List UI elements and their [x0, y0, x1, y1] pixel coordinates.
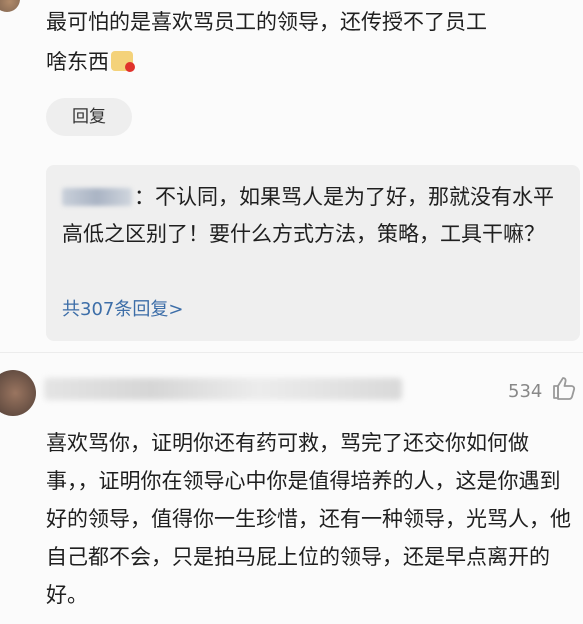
like-count: 534: [508, 381, 543, 402]
blurred-username[interactable]: [44, 378, 402, 400]
avatar[interactable]: [0, 0, 20, 12]
view-all-replies-link[interactable]: 共307条回复>: [62, 295, 183, 321]
thumbs-up-icon[interactable]: [550, 374, 578, 402]
reply-preview-box[interactable]: ：不认同，如果骂人是为了好，那就没有水平高低之区别了！要什么方式方法，策略，工具…: [46, 165, 580, 341]
divider: [0, 352, 583, 353]
comment-text-line2: 啥东西: [46, 50, 109, 74]
reply-preview-content: ：不认同，如果骂人是为了好，那就没有水平高低之区别了！要什么方式方法，策略，工具…: [62, 185, 554, 246]
embarrassed-face-emoji-icon: [111, 50, 135, 72]
avatar[interactable]: [0, 370, 36, 416]
comment-thread: 最可怕的是喜欢骂员工的领导，还传授不了员工 啥东西 回复 ：不认同，如果骂人是为…: [0, 0, 583, 624]
reply-button[interactable]: 回复: [46, 98, 132, 136]
comment-text-line1: 最可怕的是喜欢骂员工的领导，还传授不了员工: [46, 10, 487, 34]
comment-text: 喜欢骂你，证明你还有药可救，骂完了还交你如何做事，，证明你在领导心中你是值得培养…: [46, 431, 571, 607]
comment-text: 最可怕的是喜欢骂员工的领导，还传授不了员工 啥东西: [46, 2, 566, 82]
reply-preview-text: ：不认同，如果骂人是为了好，那就没有水平高低之区别了！要什么方式方法，策略，工具…: [62, 179, 568, 253]
blurred-username[interactable]: [62, 188, 132, 206]
